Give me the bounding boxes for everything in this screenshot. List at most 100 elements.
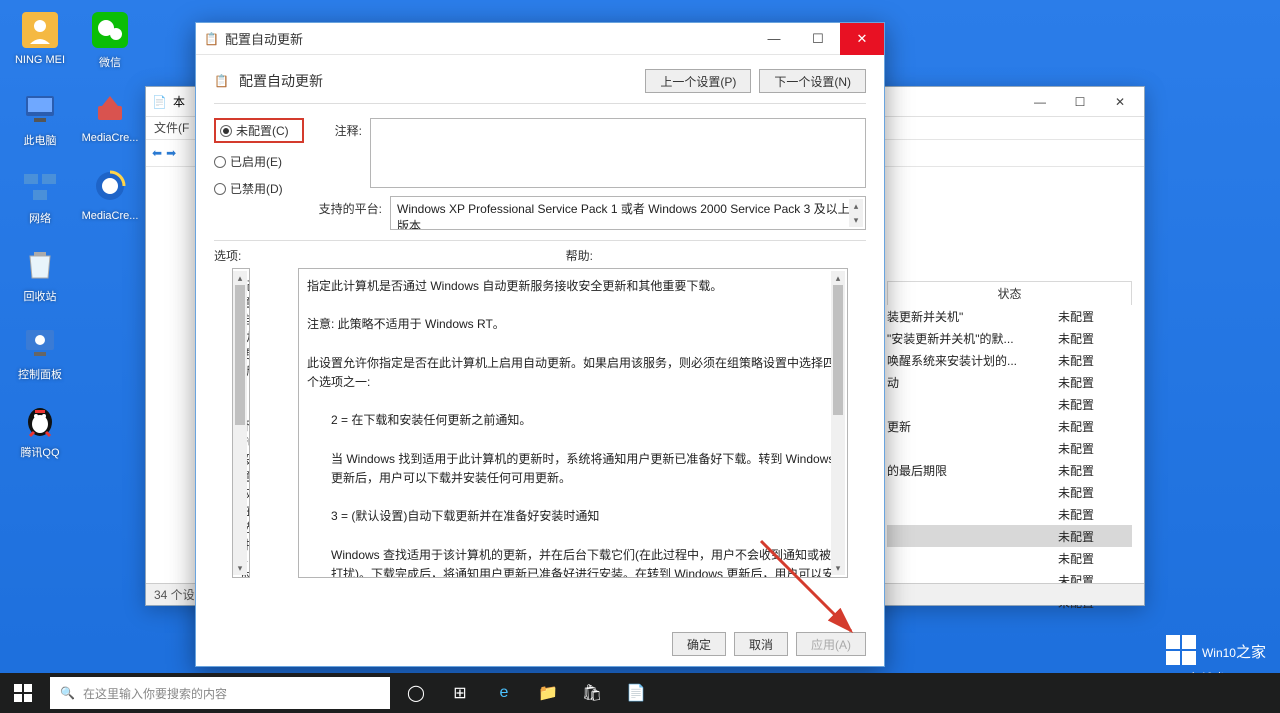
desktop-icon-mediacre1[interactable]: MediaCre... [80, 88, 140, 148]
brand-suffix: 之家 [1236, 644, 1266, 661]
prev-setting-button[interactable]: 上一个设置(P) [645, 69, 751, 93]
cancel-button[interactable]: 取消 [734, 632, 788, 656]
row-state: 未配置 [1058, 440, 1128, 457]
row-name: 更新 [887, 418, 1058, 435]
comment-label: 注释: [316, 122, 362, 139]
dialog-title: 配置自动更新 [225, 29, 303, 48]
back-icon[interactable]: ⬅ [152, 146, 162, 160]
icon-label: 网络 [29, 210, 51, 226]
scrollbar[interactable]: ▴▾ [849, 199, 863, 227]
list-row[interactable]: 的最后期限未配置 [887, 459, 1132, 481]
radio-label: 已启用(E) [230, 153, 282, 170]
brand-text: Win10 [1202, 646, 1236, 660]
list-row[interactable]: 唤醒系统来安装计划的...未配置 [887, 349, 1132, 371]
desktop-icon-wechat[interactable]: 微信 [80, 10, 140, 70]
icon-label: NING MEI [15, 54, 65, 66]
radio-dot-icon [214, 183, 226, 195]
icon-label: 微信 [99, 54, 121, 70]
explorer-icon[interactable]: 📁 [526, 673, 570, 713]
windows-logo-icon [1166, 635, 1196, 665]
desktop-icon-qq[interactable]: 腾讯QQ [10, 400, 70, 460]
policy-icon: 📋 [204, 32, 219, 46]
row-state: 未配置 [1058, 330, 1128, 347]
help-text: Windows 查找适用于该计算机的更新，并在后台下载它们(在此过程中，用户不会… [307, 546, 839, 578]
status-text: 34 个设 [154, 586, 195, 603]
row-state: 未配置 [1058, 550, 1128, 567]
file-menu[interactable]: 文件(F [154, 121, 189, 135]
policy-icon: 📋 [214, 74, 229, 88]
bg-maximize-button[interactable]: ☐ [1060, 87, 1100, 117]
help-text: 指定此计算机是否通过 Windows 自动更新服务接收安全更新和其他重要下载。 [307, 277, 839, 296]
dialog-titlebar[interactable]: 📋 配置自动更新 — ☐ ✕ [196, 23, 884, 55]
icon-label: 控制面板 [18, 366, 62, 382]
row-state: 未配置 [1058, 462, 1128, 479]
desktop-icon-recycle[interactable]: 回收站 [10, 244, 70, 304]
cortana-icon[interactable]: ◯ [394, 673, 438, 713]
comment-textarea[interactable] [370, 118, 866, 188]
radio-label: 已禁用(D) [230, 180, 283, 197]
edge-icon[interactable]: e [482, 673, 526, 713]
start-button[interactable] [0, 673, 46, 713]
next-setting-button[interactable]: 下一个设置(N) [759, 69, 866, 93]
desktop-icon-control-panel[interactable]: 控制面板 [10, 322, 70, 382]
row-state: 未配置 [1058, 396, 1128, 413]
apply-button[interactable]: 应用(A) [796, 632, 866, 656]
bg-close-button[interactable]: ✕ [1100, 87, 1140, 117]
list-row[interactable]: 未配置 [887, 437, 1132, 459]
options-label: 选项: [214, 247, 241, 264]
list-row[interactable]: 未配置 [887, 481, 1132, 503]
desktop-icon-network[interactable]: 网络 [10, 166, 70, 226]
list-row[interactable]: 装更新并关机"未配置 [887, 305, 1132, 327]
radio-dot-icon [214, 156, 226, 168]
dialog-header-title: 配置自动更新 [239, 71, 323, 91]
radio-disabled[interactable]: 已禁用(D) [214, 180, 304, 197]
row-name: 动 [887, 374, 1058, 391]
row-state: 未配置 [1058, 352, 1128, 369]
forward-icon[interactable]: ➡ [166, 146, 176, 160]
platform-label: 支持的平台: [316, 200, 382, 217]
radio-unconfigured[interactable]: 未配置(C) [214, 118, 304, 143]
row-name: 唤醒系统来安装计划的... [887, 352, 1058, 369]
notepad-taskbar-icon[interactable]: 📄 [614, 673, 658, 713]
desktop-icon-ningmei[interactable]: NING MEI [10, 10, 70, 70]
scrollbar[interactable]: ▴▾ [831, 271, 845, 575]
list-row[interactable]: 动未配置 [887, 371, 1132, 393]
desktop-icons: NING MEI 微信 此电脑 MediaCre... 网络 MediaCre.… [10, 10, 140, 460]
store-icon[interactable]: 🛍 [570, 673, 614, 713]
state-radio-group: 未配置(C) 已启用(E) 已禁用(D) [214, 118, 304, 230]
search-icon: 🔍 [60, 686, 75, 700]
desktop-icon-mediacre2[interactable]: MediaCre... [80, 166, 140, 226]
row-state: 未配置 [1058, 374, 1128, 391]
scrollbar[interactable]: ▴▾ [233, 271, 247, 575]
taskbar: 🔍在这里输入你要搜索的内容 ◯ ⊞ e 📁 🛍 📄 [0, 673, 1280, 713]
platform-box[interactable]: Windows XP Professional Service Pack 1 或… [390, 196, 866, 230]
icon-label: MediaCre... [82, 132, 139, 144]
settings-list: 状态 装更新并关机"未配置"安装更新并关机"的默...未配置唤醒系统来安装计划的… [887, 281, 1132, 613]
state-column-header[interactable]: 状态 [887, 281, 1132, 305]
icon-label: 回收站 [24, 288, 57, 304]
row-name: "安装更新并关机"的默... [887, 330, 1058, 347]
list-row[interactable]: "安装更新并关机"的默...未配置 [887, 327, 1132, 349]
bg-title-prefix: 本 [173, 93, 185, 110]
row-name: 装更新并关机" [887, 308, 1058, 325]
row-state: 未配置 [1058, 528, 1128, 545]
taskview-icon[interactable]: ⊞ [438, 673, 482, 713]
taskbar-search[interactable]: 🔍在这里输入你要搜索的内容 [50, 677, 390, 709]
desktop-icon-this-pc[interactable]: 此电脑 [10, 88, 70, 148]
radio-enabled[interactable]: 已启用(E) [214, 153, 304, 170]
dialog-close-button[interactable]: ✕ [840, 23, 884, 55]
help-text: 3 = (默认设置)自动下载更新并在准备好安装时通知 [307, 507, 839, 526]
list-row[interactable]: 未配置 [887, 503, 1132, 525]
dialog-maximize-button[interactable]: ☐ [796, 23, 840, 55]
dialog-minimize-button[interactable]: — [752, 23, 796, 55]
list-row[interactable]: 未配置 [887, 547, 1132, 569]
list-row[interactable]: 未配置 [887, 393, 1132, 415]
list-row[interactable]: 未配置 [887, 525, 1132, 547]
row-state: 未配置 [1058, 418, 1128, 435]
row-state: 未配置 [1058, 308, 1128, 325]
list-row[interactable]: 更新未配置 [887, 415, 1132, 437]
bg-minimize-button[interactable]: — [1020, 87, 1060, 117]
radio-dot-icon [220, 125, 232, 137]
help-text: 此设置允许你指定是否在此计算机上启用自动更新。如果启用该服务，则必须在组策略设置… [307, 354, 839, 392]
ok-button[interactable]: 确定 [672, 632, 726, 656]
